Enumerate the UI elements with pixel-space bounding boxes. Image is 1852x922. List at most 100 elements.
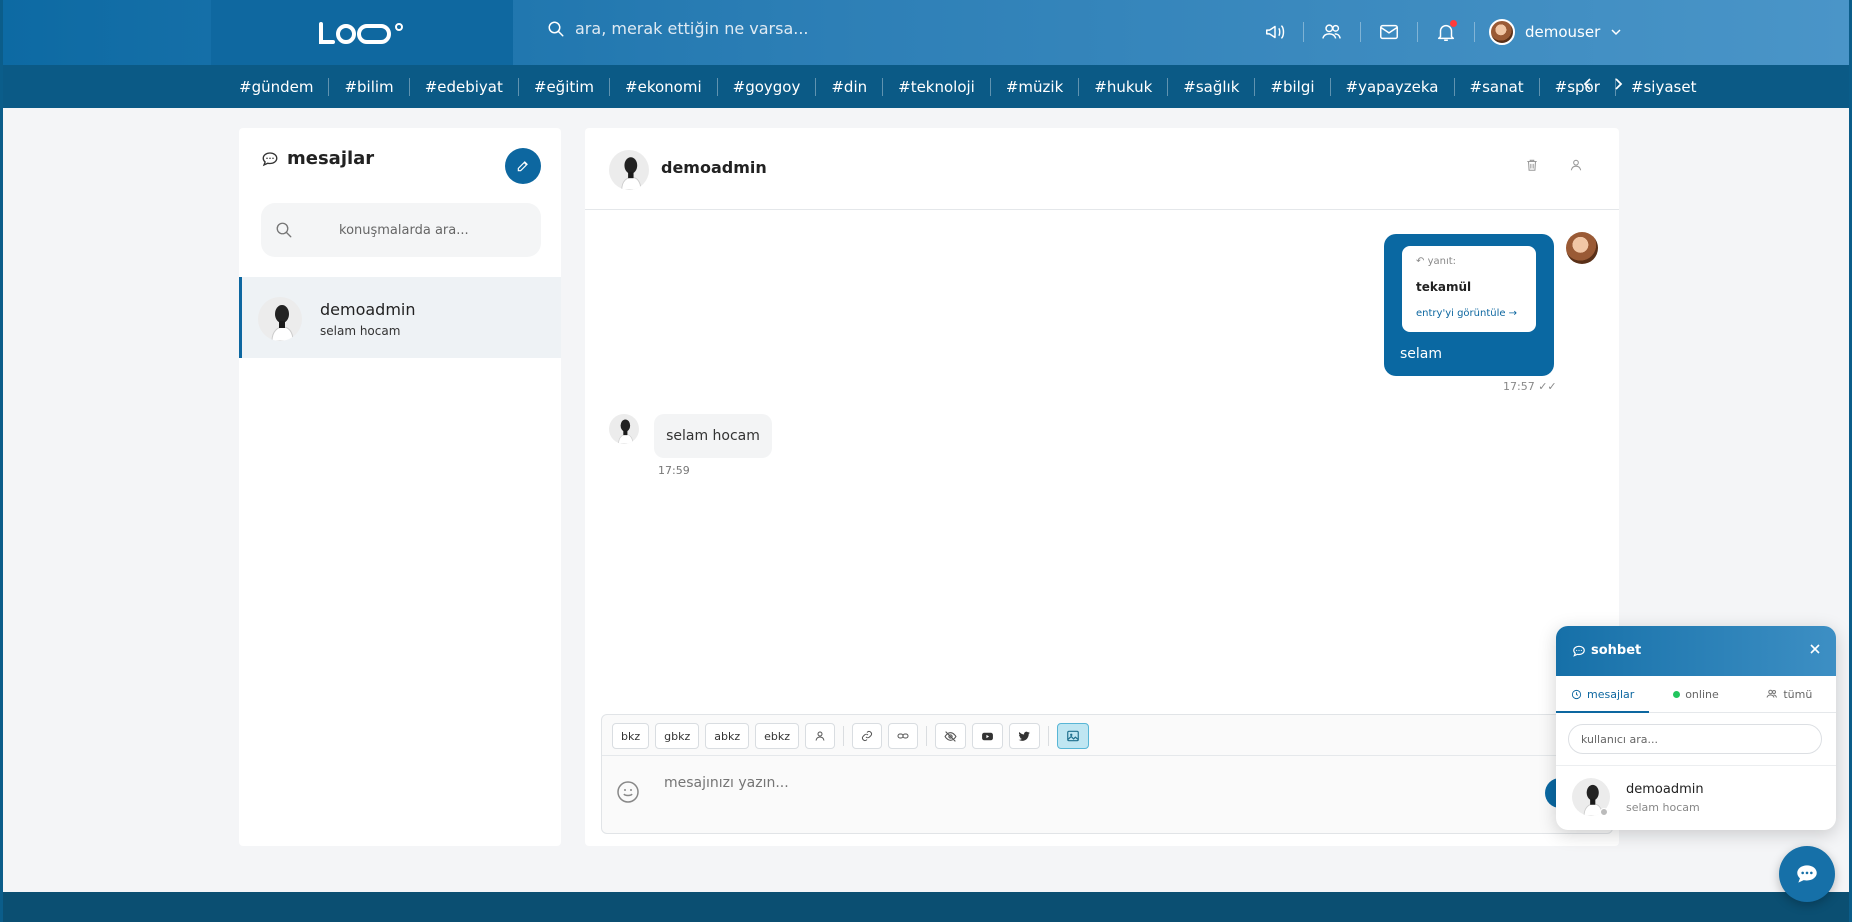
message-time: 17:57 ✓✓ [1503, 380, 1557, 393]
tag-link[interactable]: #gündem [239, 77, 330, 96]
tag-link[interactable]: #teknoloji [883, 77, 991, 96]
message-time: 17:59 [658, 464, 690, 477]
notification-dot [1450, 20, 1457, 27]
trash-icon[interactable] [1525, 158, 1539, 172]
link-button[interactable] [852, 723, 883, 749]
chat-panel: demoadmin ↶ yanıt: tekamül entry'yi görü… [585, 128, 1619, 846]
chat-toggle-button[interactable] [1779, 846, 1835, 902]
chevron-left-icon[interactable] [1581, 77, 1595, 91]
top-header: ara, merak ettiğin ne varsa... demouser [3, 0, 1849, 65]
twitter-icon [1018, 731, 1030, 741]
tag-link[interactable]: #ekonomi [610, 77, 718, 96]
image-icon [1067, 730, 1079, 742]
incoming-message: selam hocam [654, 414, 772, 458]
tag-link[interactable]: #eğitim [519, 77, 611, 96]
quote-label: ↶ yanıt: [1416, 256, 1457, 267]
mail-icon[interactable] [1375, 18, 1403, 46]
logo-icon [319, 21, 403, 44]
emoji-icon[interactable] [616, 780, 640, 804]
tag-link[interactable]: #din [816, 77, 884, 96]
chevron-down-icon[interactable] [1610, 26, 1622, 38]
tag-bar: #gündem #bilim #edebiyat #eğitim #ekonomi #go… [3, 65, 1849, 108]
tag-link[interactable]: #goygoy [718, 77, 817, 96]
user-avatar[interactable] [1489, 19, 1515, 45]
eye-off-icon [944, 730, 957, 742]
view-entry-link[interactable]: entry'yi görüntüle → [1416, 308, 1517, 319]
edit-icon [517, 161, 528, 172]
chat-bubble-icon [262, 151, 278, 166]
message-input[interactable] [664, 775, 1504, 791]
tag-link[interactable]: #edebiyat [410, 77, 519, 96]
contact-avatar [609, 414, 639, 444]
tab-messages[interactable]: mesajlar [1556, 676, 1650, 713]
abkz-button[interactable]: abkz [705, 723, 750, 749]
tag-link[interactable]: #bilim [329, 77, 410, 96]
youtube-button[interactable] [972, 723, 1004, 749]
user-profile-icon[interactable] [1569, 158, 1583, 172]
status-dot [1600, 808, 1608, 816]
contact-avatar[interactable] [609, 150, 649, 190]
mention-user-button[interactable] [805, 723, 836, 749]
spoiler-button[interactable] [935, 723, 967, 749]
user-search[interactable] [1568, 724, 1822, 754]
logo-area[interactable] [211, 0, 513, 65]
global-search[interactable]: ara, merak ettiğin ne varsa... [547, 19, 809, 38]
unlink-button[interactable] [888, 723, 919, 749]
user-menu[interactable]: demouser [1489, 19, 1622, 45]
chain-icon [897, 733, 909, 739]
bell-icon[interactable] [1432, 18, 1460, 46]
chat-bubble-icon [1573, 645, 1585, 657]
chevron-right-icon[interactable] [1611, 77, 1625, 91]
tab-all[interactable]: tümü [1743, 676, 1836, 712]
outgoing-message: ↶ yanıt: tekamül entry'yi görüntüle → se… [1384, 234, 1554, 376]
close-icon[interactable] [1808, 642, 1822, 656]
conversation-search-input[interactable] [339, 222, 529, 238]
chat-contact-name[interactable]: demoadmin [661, 158, 767, 177]
message-text: selam [1400, 346, 1443, 362]
online-dot [1673, 690, 1681, 698]
site-logo[interactable] [319, 21, 405, 45]
chat-header: demoadmin [585, 128, 1619, 210]
user-search-input[interactable] [1581, 732, 1801, 746]
chat-bubble-icon [1797, 865, 1817, 883]
users-icon [1766, 689, 1778, 698]
user-name[interactable]: demouser [1525, 23, 1600, 41]
quote-title: tekamül [1416, 280, 1472, 294]
widget-header: sohbet [1556, 626, 1836, 676]
widget-contact-name[interactable]: demoadmin [1626, 782, 1704, 797]
contact-avatar [258, 297, 302, 341]
image-button[interactable] [1057, 723, 1090, 749]
sender-avatar [1566, 232, 1598, 264]
tag-link[interactable]: #bilgi [1255, 77, 1331, 96]
tag-link[interactable]: #siyaset [1616, 78, 1712, 96]
search-icon [548, 21, 564, 36]
clock-icon [1571, 689, 1582, 699]
quoted-entry[interactable]: ↶ yanıt: tekamül entry'yi görüntüle → [1402, 246, 1536, 332]
tab-online[interactable]: online [1649, 676, 1742, 712]
ebkz-button[interactable]: ebkz [755, 723, 800, 749]
gbkz-button[interactable]: gbkz [655, 723, 700, 749]
conversation-last-message: selam hocam [320, 324, 401, 338]
conversations-panel: mesajlar demoadmin selam hocam [239, 128, 561, 846]
megaphone-icon[interactable] [1261, 18, 1289, 46]
new-message-button[interactable] [505, 148, 541, 184]
chat-widget: sohbet mesajlar online tümü demoadmin se… [1556, 626, 1836, 830]
search-placeholder[interactable]: ara, merak ettiğin ne varsa... [575, 19, 809, 38]
user-icon [815, 731, 825, 741]
widget-last-message: selam hocam [1626, 801, 1700, 814]
footer [3, 892, 1849, 922]
panel-title-text: mesajlar [287, 148, 375, 169]
tag-link[interactable]: #sağlık [1168, 77, 1256, 96]
conversation-name: demoadmin [320, 300, 416, 319]
bkz-button[interactable]: bkz [612, 723, 650, 749]
users-icon[interactable] [1318, 18, 1346, 46]
youtube-icon [982, 732, 993, 740]
conversation-search[interactable] [261, 203, 541, 257]
tag-link[interactable]: #sanat [1455, 77, 1540, 96]
conversation-item[interactable]: demoadmin selam hocam [239, 277, 561, 358]
tag-link[interactable]: #yapayzeka [1331, 77, 1455, 96]
twitter-button[interactable] [1009, 723, 1041, 749]
format-toolbar: bkz gbkz abkz ebkz [612, 723, 1090, 749]
tag-link[interactable]: #hukuk [1079, 77, 1169, 96]
tag-link[interactable]: #müzik [991, 77, 1080, 96]
